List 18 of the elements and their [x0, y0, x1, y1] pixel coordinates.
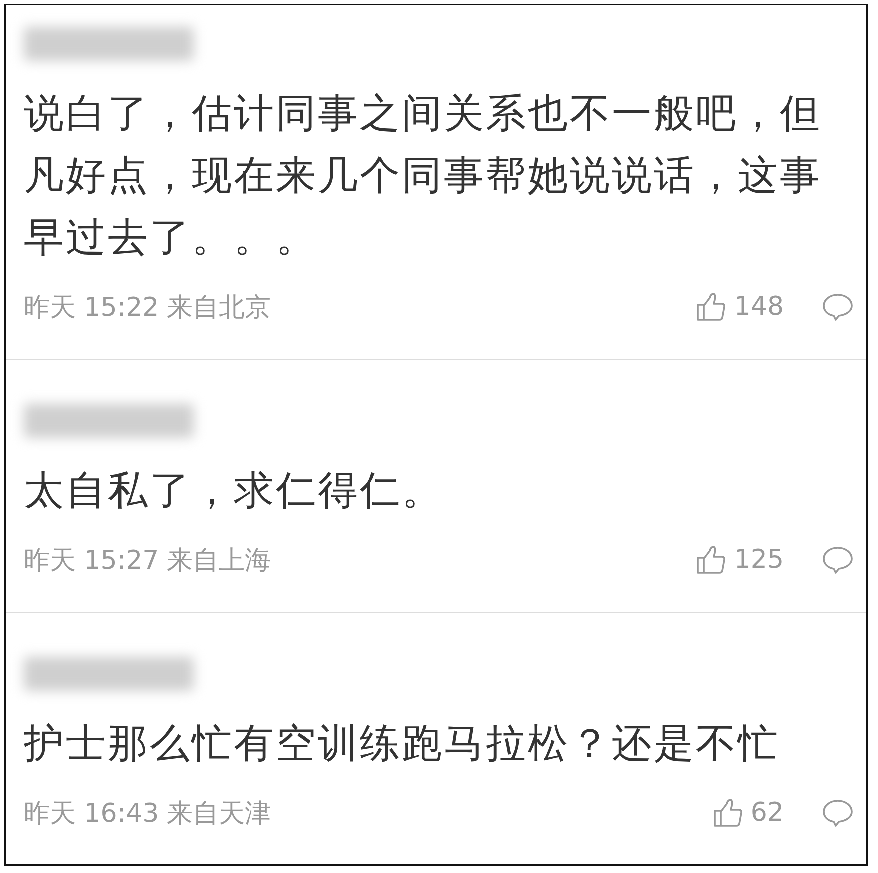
like-count: 148: [734, 292, 784, 322]
like-count: 62: [750, 798, 784, 828]
comment-time: 昨天 15:27: [24, 544, 160, 578]
comment-time: 昨天 16:43: [24, 798, 160, 830]
comment-bubble-icon[interactable]: [822, 545, 854, 575]
thumbs-up-icon[interactable]: [712, 798, 743, 828]
comment-text: 护士那么忙有空训练跑马拉松？还是不忙: [24, 720, 781, 769]
comment-time: 昨天 15:22: [24, 292, 160, 324]
comment-location: 来自上海: [167, 544, 272, 578]
comment-location: 来自北京: [167, 292, 272, 324]
comment-text: 说白了，估计同事之间关系也不一般吧，但凡好点，现在来几个同事帮她说说话，这事早过去了。。。: [24, 90, 823, 263]
thumbs-up-icon[interactable]: [696, 545, 726, 575]
comment-bubble-icon[interactable]: [822, 798, 854, 828]
comment-location: 来自天津: [167, 798, 272, 830]
thumbs-up-icon[interactable]: [696, 292, 726, 322]
like-count: 125: [734, 545, 784, 575]
comment-bubble-icon[interactable]: [822, 292, 854, 322]
comment-text: 太自私了，求仁得仁。: [24, 467, 445, 516]
